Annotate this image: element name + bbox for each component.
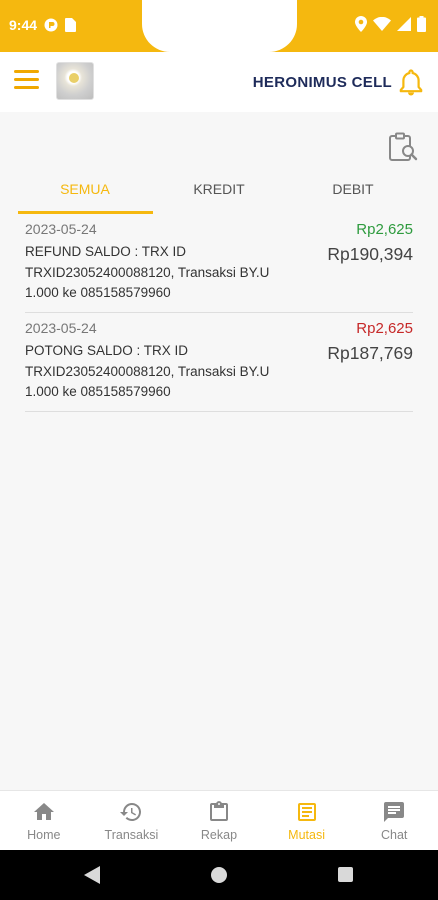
transaction-description: POTONG SALDO : TRX ID TRXID2305240008812… <box>25 343 270 399</box>
transaction-date: 2023-05-24 <box>25 320 97 336</box>
nav-rekap-label: Rekap <box>200 828 238 842</box>
nav-home-label: Home <box>27 828 61 842</box>
status-bar: 9:44 <box>0 0 438 52</box>
nav-rekap[interactable]: Rekap <box>175 791 263 850</box>
home-icon <box>33 803 54 820</box>
store-name: HERONIMUS CELL <box>252 74 392 91</box>
camera-notch <box>142 0 297 52</box>
tab-semua[interactable]: SEMUA <box>18 178 152 214</box>
history-icon <box>120 803 142 821</box>
bell-icon[interactable] <box>398 68 424 96</box>
transaction-row[interactable]: 2023-05-24 POTONG SALDO : TRX ID TRXID23… <box>25 313 413 412</box>
transaction-balance: Rp187,769 <box>327 343 413 363</box>
nav-home[interactable]: Home <box>0 791 88 850</box>
battery-icon <box>417 16 426 32</box>
nav-mutasi-label: Mutasi <box>288 828 325 842</box>
document-icon <box>297 803 316 821</box>
home-circle-icon[interactable] <box>211 867 227 883</box>
nav-transaksi[interactable]: Transaksi <box>88 791 176 850</box>
transaction-description: REFUND SALDO : TRX ID TRXID2305240008812… <box>25 244 270 300</box>
transaction-amount-debit: Rp2,625 <box>356 320 413 337</box>
store-logo <box>56 62 94 100</box>
nav-chat-label: Chat <box>380 828 408 842</box>
recent-apps-icon[interactable] <box>338 867 353 882</box>
report-search-icon[interactable] <box>388 132 418 162</box>
transaction-list: 2023-05-24 REFUND SALDO : TRX ID TRXID23… <box>25 214 413 412</box>
transaction-row[interactable]: 2023-05-24 REFUND SALDO : TRX ID TRXID23… <box>25 214 413 313</box>
filter-tabs: SEMUA KREDIT DEBIT <box>18 178 420 214</box>
transaction-amount-credit: Rp2,625 <box>356 221 413 238</box>
location-icon <box>355 16 367 32</box>
chat-icon <box>384 802 405 822</box>
app-bar: HERONIMUS CELL <box>0 52 438 112</box>
tab-debit[interactable]: DEBIT <box>286 178 420 214</box>
sim-card-icon <box>65 18 77 32</box>
app-notification-icon <box>44 18 58 32</box>
wifi-icon <box>373 17 391 31</box>
signal-icon <box>397 17 411 31</box>
nav-transaksi-label: Transaksi <box>104 828 159 842</box>
nav-mutasi[interactable]: Mutasi <box>263 791 351 850</box>
system-navigation-bar <box>0 850 438 900</box>
transaction-balance: Rp190,394 <box>327 244 413 264</box>
tab-kredit[interactable]: KREDIT <box>152 178 286 214</box>
back-icon[interactable] <box>84 866 100 884</box>
hamburger-menu-button[interactable] <box>14 70 40 92</box>
bottom-navigation: Home Transaksi Rekap Mutasi Chat <box>0 790 438 850</box>
status-time: 9:44 <box>9 17 38 33</box>
nav-chat[interactable]: Chat <box>350 791 438 850</box>
clipboard-icon <box>209 801 228 821</box>
transaction-date: 2023-05-24 <box>25 221 97 237</box>
mutasi-content: SEMUA KREDIT DEBIT 2023-05-24 REFUND SAL… <box>0 112 438 790</box>
